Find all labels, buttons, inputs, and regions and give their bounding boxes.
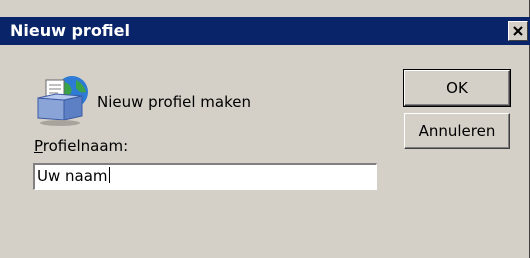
profile-name-label: Profielnaam: — [34, 137, 128, 155]
new-profile-dialog: Nieuw profiel Nieuw profiel maken OK Ann… — [0, 0, 530, 258]
profile-name-value: Uw naam — [37, 167, 108, 185]
profile-name-label-rest: rofielnaam: — [42, 137, 129, 155]
cancel-button[interactable]: Annuleren — [404, 113, 510, 149]
text-caret — [108, 167, 110, 183]
window-title: Nieuw profiel — [10, 21, 130, 40]
dialog-heading: Nieuw profiel maken — [97, 93, 251, 111]
close-button[interactable] — [508, 21, 528, 41]
close-icon — [513, 26, 523, 36]
title-bar[interactable]: Nieuw profiel — [0, 17, 530, 45]
profile-name-label-accel: P — [34, 137, 43, 155]
profile-name-input[interactable]: Uw naam — [33, 163, 377, 190]
new-profile-icon — [34, 70, 94, 128]
ok-button[interactable]: OK — [403, 69, 511, 107]
